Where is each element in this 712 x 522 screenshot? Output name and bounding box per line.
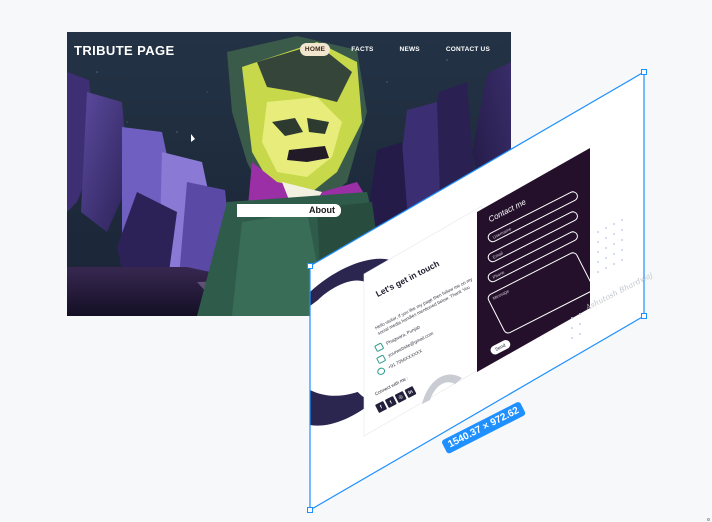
contact-page-frame bbox=[309, 70, 645, 512]
resize-handle-top-right[interactable] bbox=[641, 69, 647, 75]
resize-handle-bottom-left[interactable] bbox=[307, 507, 313, 513]
resize-handle-bottom-right[interactable] bbox=[641, 313, 647, 319]
canvas: TRIBUTE PAGE HOME FACTS NEWS CONTACT US … bbox=[0, 0, 712, 522]
corner-indicator bbox=[707, 518, 710, 521]
resize-handle-top-left[interactable] bbox=[307, 263, 313, 269]
